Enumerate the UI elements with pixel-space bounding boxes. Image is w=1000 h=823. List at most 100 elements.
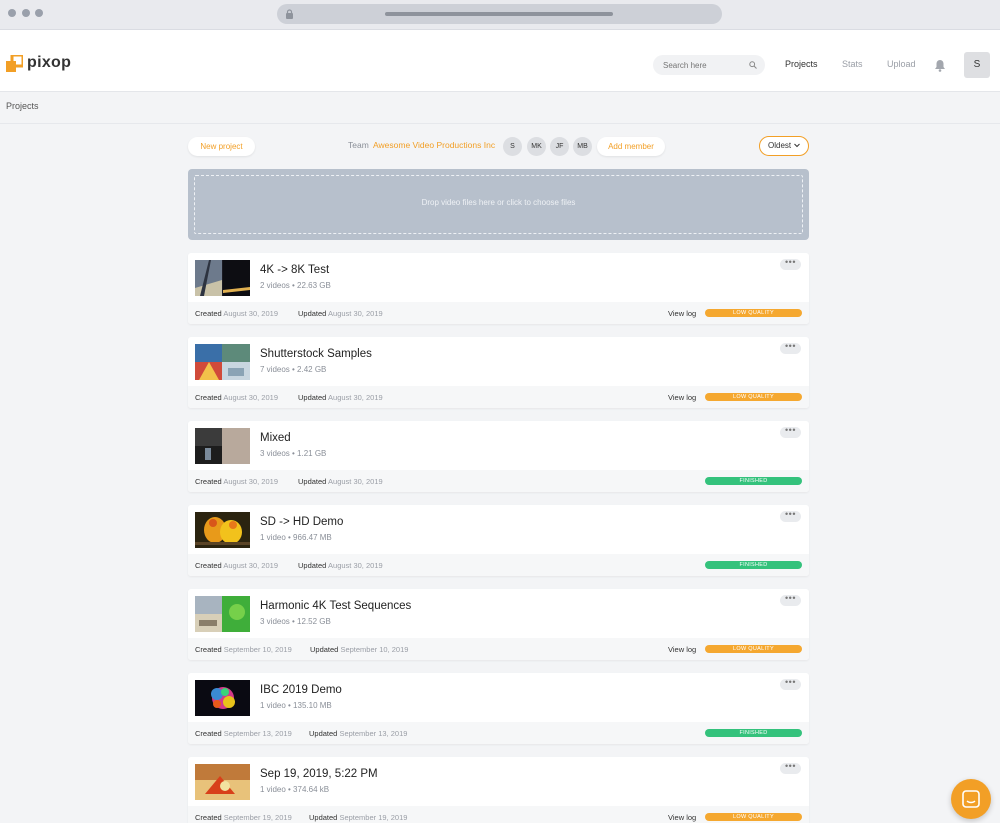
project-title[interactable]: Sep 19, 2019, 5:22 PM (260, 768, 378, 780)
more-options-button[interactable]: ••• (780, 678, 801, 690)
member-avatar[interactable]: MK (527, 137, 546, 156)
created-info: Created August 30, 2019 (195, 561, 278, 570)
search-box (653, 55, 765, 75)
user-avatar-button[interactable]: S (964, 52, 990, 78)
file-dropzone[interactable]: Drop video files here or click to choose… (188, 169, 809, 240)
team-name-link[interactable]: Awesome Video Productions Inc (373, 140, 495, 150)
created-info: Created August 30, 2019 (195, 309, 278, 318)
search-input[interactable] (663, 58, 748, 72)
new-project-button[interactable]: New project (188, 137, 255, 156)
created-info: Created September 10, 2019 (195, 645, 292, 654)
created-info: Created August 30, 2019 (195, 393, 278, 402)
project-meta: 1 video • 374.64 kB (260, 785, 330, 794)
app-header: pixop Projects Stats Upload S (0, 30, 1000, 92)
status-badge: LOW QUALITY (705, 813, 802, 821)
dropzone-text: Drop video files here or click to choose… (421, 198, 576, 207)
view-log-link[interactable]: View log (668, 813, 696, 822)
more-options-button[interactable]: ••• (780, 258, 801, 270)
more-options-button[interactable]: ••• (780, 342, 801, 354)
sort-value: Oldest (768, 141, 792, 150)
project-card[interactable]: Sep 19, 2019, 5:22 PM 1 video • 374.64 k… (188, 757, 809, 823)
updated-info: Updated August 30, 2019 (298, 393, 383, 402)
view-log-link[interactable]: View log (668, 309, 696, 318)
chat-icon (962, 790, 980, 808)
nav-projects[interactable]: Projects (785, 59, 818, 69)
sort-dropdown[interactable]: Oldest (759, 136, 809, 156)
project-footer: Created September 13, 2019 Updated Septe… (188, 722, 809, 744)
browser-chrome (0, 0, 1000, 30)
created-info: Created September 19, 2019 (195, 813, 292, 822)
project-card[interactable]: Harmonic 4K Test Sequences 3 videos • 12… (188, 589, 809, 660)
more-options-button[interactable]: ••• (780, 510, 801, 522)
updated-info: Updated September 10, 2019 (310, 645, 409, 654)
more-options-button[interactable]: ••• (780, 594, 801, 606)
project-meta: 7 videos • 2.42 GB (260, 365, 327, 374)
status-badge: LOW QUALITY (705, 309, 802, 317)
project-footer: Created August 30, 2019 Updated August 3… (188, 470, 809, 492)
project-footer: Created September 19, 2019 Updated Septe… (188, 806, 809, 823)
project-meta: 1 video • 966.47 MB (260, 533, 332, 542)
chat-launcher-button[interactable] (951, 779, 991, 819)
updated-info: Updated August 30, 2019 (298, 477, 383, 486)
window-maximize-dot[interactable] (35, 9, 43, 17)
view-log-link[interactable]: View log (668, 393, 696, 402)
status-badge: LOW QUALITY (705, 393, 802, 401)
address-bar[interactable] (277, 4, 722, 24)
project-card[interactable]: Shutterstock Samples 7 videos • 2.42 GB … (188, 337, 809, 408)
add-member-button[interactable]: Add member (597, 137, 665, 156)
breadcrumb[interactable]: Projects (6, 101, 39, 111)
pixop-logo-icon (6, 54, 23, 72)
project-footer: Created September 10, 2019 Updated Septe… (188, 638, 809, 660)
project-title[interactable]: Mixed (260, 432, 291, 444)
project-thumbnail (195, 428, 250, 464)
project-title[interactable]: 4K -> 8K Test (260, 264, 329, 276)
project-card[interactable]: Mixed 3 videos • 1.21 GB ••• Created Aug… (188, 421, 809, 492)
project-thumbnail (195, 512, 250, 548)
updated-info: Updated August 30, 2019 (298, 561, 383, 570)
view-log-link[interactable]: View log (668, 645, 696, 654)
lock-icon (286, 9, 293, 19)
project-meta: 2 videos • 22.63 GB (260, 281, 331, 290)
project-thumbnail (195, 764, 250, 800)
project-footer: Created August 30, 2019 Updated August 3… (188, 386, 809, 408)
status-badge: FINISHED (705, 729, 802, 737)
more-options-button[interactable]: ••• (780, 426, 801, 438)
status-badge: FINISHED (705, 477, 802, 485)
logo[interactable]: pixop (6, 54, 71, 72)
member-avatar[interactable]: MB (573, 137, 592, 156)
project-footer: Created August 30, 2019 Updated August 3… (188, 302, 809, 324)
chevron-down-icon (794, 143, 800, 148)
project-meta: 3 videos • 12.52 GB (260, 617, 331, 626)
bell-icon[interactable] (934, 59, 946, 72)
project-thumbnail (195, 680, 250, 716)
nav-upload[interactable]: Upload (887, 59, 916, 69)
updated-info: Updated September 13, 2019 (309, 729, 408, 738)
member-avatar[interactable]: S (503, 137, 522, 156)
project-title[interactable]: IBC 2019 Demo (260, 684, 342, 696)
project-meta: 1 video • 135.10 MB (260, 701, 332, 710)
url-placeholder-line (385, 12, 613, 16)
status-badge: LOW QUALITY (705, 645, 802, 653)
project-card[interactable]: SD -> HD Demo 1 video • 966.47 MB ••• Cr… (188, 505, 809, 576)
created-info: Created September 13, 2019 (195, 729, 292, 738)
created-info: Created August 30, 2019 (195, 477, 278, 486)
project-card[interactable]: 4K -> 8K Test 2 videos • 22.63 GB ••• Cr… (188, 253, 809, 324)
member-avatar[interactable]: JF (550, 137, 569, 156)
nav-stats[interactable]: Stats (842, 59, 863, 69)
project-meta: 3 videos • 1.21 GB (260, 449, 327, 458)
search-icon[interactable] (749, 61, 757, 69)
window-minimize-dot[interactable] (22, 9, 30, 17)
project-card[interactable]: IBC 2019 Demo 1 video • 135.10 MB ••• Cr… (188, 673, 809, 744)
team-label: Team (348, 140, 369, 150)
more-options-button[interactable]: ••• (780, 762, 801, 774)
project-title[interactable]: SD -> HD Demo (260, 516, 343, 528)
updated-info: Updated August 30, 2019 (298, 309, 383, 318)
project-title[interactable]: Harmonic 4K Test Sequences (260, 600, 411, 612)
status-badge: FINISHED (705, 561, 802, 569)
project-thumbnail (195, 260, 250, 296)
window-close-dot[interactable] (8, 9, 16, 17)
logo-text: pixop (27, 54, 72, 71)
project-thumbnail (195, 344, 250, 380)
updated-info: Updated September 19, 2019 (309, 813, 408, 822)
project-title[interactable]: Shutterstock Samples (260, 348, 372, 360)
